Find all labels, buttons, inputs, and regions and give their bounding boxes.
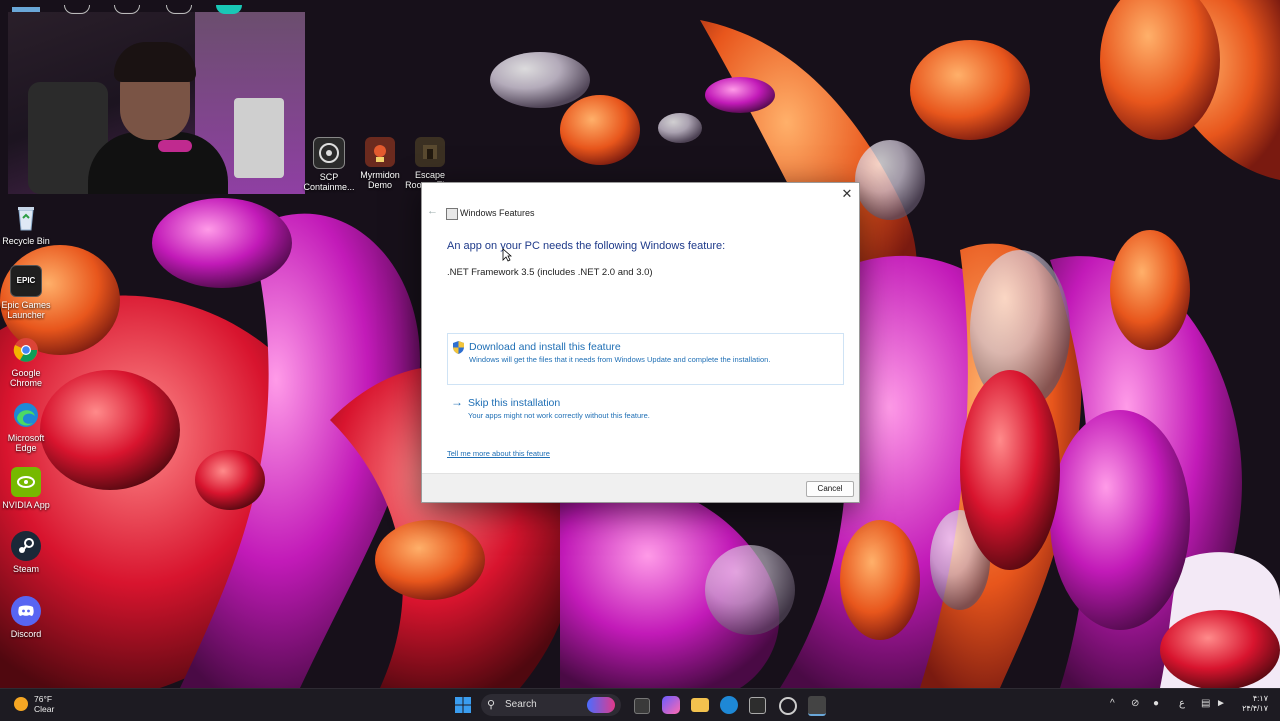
microphone-icon[interactable]: ● [1153, 698, 1159, 709]
escape-room-icon [415, 137, 445, 167]
desktop-icon-steam[interactable]: Steam [0, 531, 52, 574]
dialog-title: Windows Features [460, 208, 535, 218]
clock-date: ۲۴/۴/۱۷ [1242, 704, 1268, 713]
desktop-icon-label: Myrmidon Demo [360, 170, 400, 190]
copilot-icon[interactable] [662, 696, 680, 714]
taskbar-search[interactable]: ⚲ Search [481, 694, 621, 716]
desktop-icon-nvidia[interactable]: NVIDIA App [0, 467, 52, 510]
dialog-heading: An app on your PC needs the following Wi… [447, 240, 726, 252]
nvidia-icon [11, 467, 41, 497]
discord-icon [11, 596, 41, 626]
search-highlight-icon [587, 697, 615, 713]
more-info-link[interactable]: Tell me more about this feature [447, 449, 550, 458]
feature-name: .NET Framework 3.5 (includes .NET 2.0 an… [447, 267, 653, 278]
weather-sun-icon [14, 697, 28, 711]
mouse-cursor-icon [502, 248, 512, 262]
skip-option-title: Skip this installation [468, 397, 561, 409]
steam-icon [11, 531, 41, 561]
taskbar-clock[interactable]: ۴:۱۷ ۲۴/۴/۱۷ [1242, 694, 1268, 714]
windows-features-dialog: ✕ ← Windows Features An app on your PC n… [421, 182, 860, 503]
epic-games-icon: EPIC [10, 265, 42, 297]
desktop-icon-label: NVIDIA App [2, 500, 50, 510]
search-icon: ⚲ [487, 699, 496, 711]
desktop-icon-epic-games[interactable]: EPIC Epic Games Launcher [0, 265, 52, 320]
search-placeholder: Search [505, 699, 537, 710]
skip-option-description: Your apps might not work correctly witho… [468, 411, 650, 420]
network-icon[interactable]: ⊘ [1131, 698, 1139, 709]
desktop-icon-myrmidon[interactable]: Myrmidon Demo [354, 137, 406, 190]
weather-text: 76°F Clear [34, 694, 54, 714]
desktop-icon-label: Steam [12, 564, 39, 574]
myrmidon-icon [365, 137, 395, 167]
chevron-up-icon[interactable]: ^ [1110, 698, 1115, 709]
clock-time: ۴:۱۷ [1252, 694, 1268, 703]
arrow-right-icon: → [451, 395, 463, 409]
edge-icon [11, 400, 41, 430]
desktop-icon-recycle-bin[interactable]: Recycle Bin [0, 203, 52, 246]
webcam-overlay [8, 12, 305, 194]
weather-condition: Clear [34, 704, 55, 714]
file-explorer-icon[interactable] [691, 698, 709, 712]
desktop-icon-label: SCP Containme... [303, 172, 355, 192]
desktop-icon-label: Recycle Bin [2, 236, 50, 246]
back-arrow-icon[interactable]: ← [427, 205, 438, 217]
desktop-icon-label: Google Chrome [9, 368, 42, 388]
start-button[interactable] [454, 696, 472, 714]
desktop-icon-label: Microsoft Edge [7, 433, 45, 453]
download-option-description: Windows will get the files that it needs… [469, 355, 771, 364]
desktop-icon-label: Discord [10, 629, 42, 639]
dialog-footer: Cancel [422, 473, 859, 502]
store-icon[interactable] [749, 697, 766, 714]
webcam-device [234, 98, 284, 178]
taskbar: 76°F Clear ⚲ Search ^ ⊘ ● ع ▤ ► ۴:۱۷ ۲۴/… [0, 688, 1280, 721]
top-bar-icon [12, 7, 40, 12]
wifi-icon[interactable]: ▤ [1201, 698, 1210, 709]
settings-icon[interactable] [779, 697, 797, 715]
download-option-title: Download and install this feature [469, 341, 621, 353]
desktop-icon-scp[interactable]: SCP Containme... [303, 137, 355, 192]
weather-temperature: 76°F [34, 694, 53, 704]
skip-installation-option[interactable]: → Skip this installation Your apps might… [447, 393, 844, 427]
desktop-icon-discord[interactable]: Discord [0, 596, 52, 639]
download-install-option[interactable]: Download and install this feature Window… [447, 333, 844, 385]
webcam-person-body [88, 132, 228, 194]
close-button[interactable]: ✕ [839, 186, 855, 202]
desktop-icon-edge[interactable]: Microsoft Edge [0, 400, 52, 453]
edge-taskbar-icon[interactable] [720, 696, 738, 714]
windows-logo-icon [455, 697, 471, 713]
weather-widget[interactable]: 76°F Clear [14, 694, 54, 714]
webcam-microphone [158, 140, 192, 152]
cancel-button[interactable]: Cancel [806, 481, 854, 497]
desktop-icon-chrome[interactable]: Google Chrome [0, 335, 52, 388]
desktop-icon-label: Epic Games Launcher [1, 300, 51, 320]
scp-icon [313, 137, 345, 169]
volume-icon[interactable]: ► [1216, 698, 1226, 709]
uac-shield-icon [453, 341, 464, 354]
webcam-person-hair [114, 42, 196, 82]
language-icon[interactable]: ع [1179, 698, 1185, 709]
recycle-bin-icon [11, 203, 41, 233]
chrome-icon [11, 335, 41, 365]
task-view-icon[interactable] [634, 698, 650, 714]
active-app-icon[interactable] [808, 696, 826, 716]
windows-features-icon [446, 208, 458, 220]
